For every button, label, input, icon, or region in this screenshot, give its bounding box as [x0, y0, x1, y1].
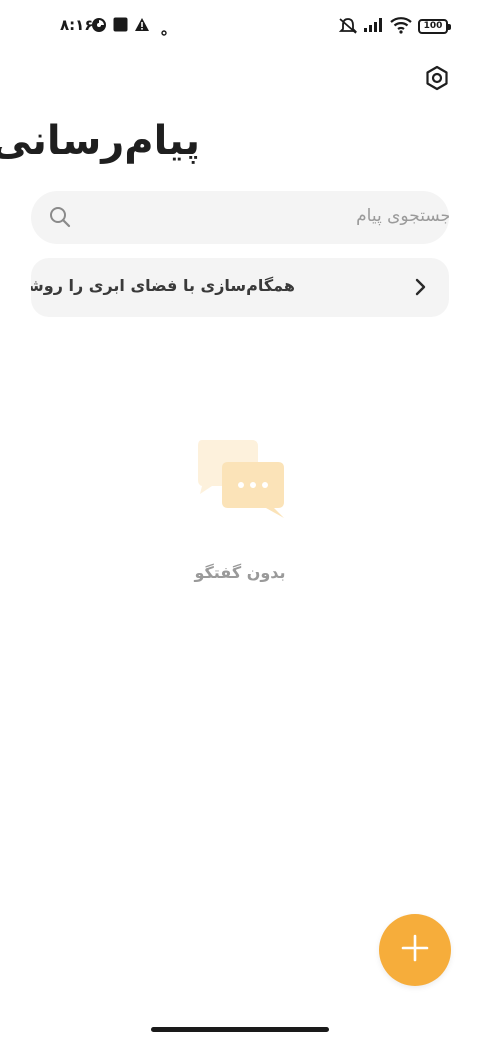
page-title: پیام‌رسانی [0, 118, 200, 164]
home-indicator[interactable] [151, 1027, 329, 1032]
chevron-right-icon [415, 278, 427, 300]
chat-bubbles-icon [196, 438, 286, 522]
empty-state-label: بدون گفتگو [194, 563, 286, 582]
settings-button[interactable] [421, 64, 453, 96]
sync-banner-label: همگام‌سازی با فضای ابری را روشن کنید [31, 276, 295, 295]
signal-icon [363, 17, 385, 37]
sync-banner[interactable]: همگام‌سازی با فضای ابری را روشن کنید [31, 258, 449, 317]
new-conversation-button[interactable] [379, 914, 451, 986]
stop-icon [113, 17, 128, 36]
status-bar: ۸:۱۶ 100 [0, 0, 480, 56]
search-placeholder: جستجوی پیام [356, 206, 449, 226]
settings-icon [424, 65, 450, 95]
mute-icon [338, 17, 358, 39]
search-icon [49, 206, 71, 232]
dot-icon [161, 21, 167, 40]
search-input[interactable]: جستجوی پیام [31, 191, 449, 244]
battery-icon: 100 [418, 19, 451, 34]
wifi-icon [390, 17, 412, 38]
plus-icon [401, 934, 429, 966]
warning-icon [134, 17, 150, 36]
notification-icon [91, 17, 107, 37]
status-time: ۸:۱۶ [60, 16, 94, 34]
